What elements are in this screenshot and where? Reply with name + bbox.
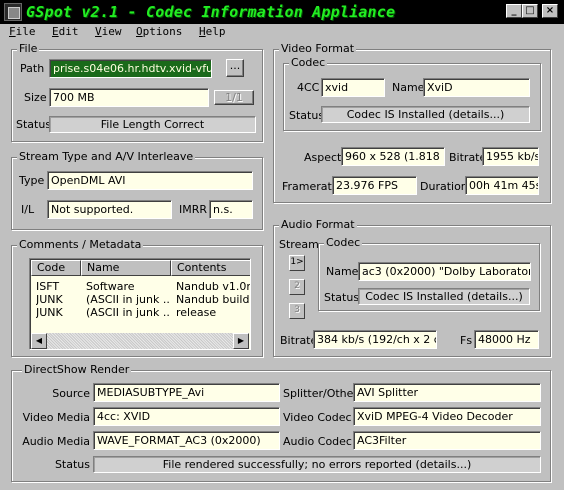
imrr-field[interactable]: n.s. xyxy=(209,200,253,219)
audio-status-value[interactable]: Codec IS Installed (details...) xyxy=(358,288,530,305)
video-status-label: Status xyxy=(289,109,325,122)
column-header-name[interactable]: Name xyxy=(81,260,171,276)
stream-1-button[interactable]: 1> xyxy=(289,255,305,271)
menu-file[interactable]: File xyxy=(9,25,36,38)
aspect-label: Aspect xyxy=(304,151,342,164)
stream-type-legend: Stream Type and A/V Interleave xyxy=(17,150,196,163)
size-label: Size xyxy=(24,91,47,104)
fs-field[interactable]: 48000 Hz xyxy=(474,330,539,349)
row-2-name[interactable]: (ASCII in junk ... xyxy=(86,293,170,306)
minimize-button[interactable]: _ xyxy=(506,4,522,18)
framerate-label: Framerate xyxy=(282,180,339,193)
source-label: Source xyxy=(52,387,90,400)
stream-3-button[interactable]: 3 xyxy=(289,303,305,319)
stream-2-button[interactable]: 2 xyxy=(289,279,305,295)
directshow-legend: DirectShow Render xyxy=(22,363,132,376)
type-field[interactable]: OpenDML AVI xyxy=(47,171,253,190)
row-1-contents[interactable]: Nandub v1.0rc2 xyxy=(176,280,250,293)
menu-bar: File Edit View Options Help xyxy=(0,24,564,42)
audio-bitrate-label: Bitrate xyxy=(280,334,318,347)
row-1-code[interactable]: ISFT xyxy=(36,280,82,293)
scroll-right-icon[interactable]: ▶ xyxy=(233,333,249,349)
render-status-label: Status xyxy=(54,458,90,471)
row-3-contents[interactable]: release xyxy=(176,306,250,319)
menu-edit[interactable]: Edit xyxy=(52,25,79,38)
audio-codec-field[interactable]: AC3Filter xyxy=(353,431,541,450)
app-icon[interactable] xyxy=(4,3,22,21)
gspot-window: GSpot v2.1 - Codec Information Appliance… xyxy=(0,0,564,490)
close-button[interactable]: × xyxy=(542,4,558,18)
audio-codec-legend: Codec xyxy=(324,236,363,249)
row-1-name[interactable]: Software xyxy=(86,280,170,293)
row-2-code[interactable]: JUNK xyxy=(36,293,82,306)
source-field[interactable]: MEDIASUBTYPE_Avi xyxy=(93,383,280,402)
audio-format-legend: Audio Format xyxy=(279,218,357,231)
fourcc-field[interactable]: xvid xyxy=(321,78,385,97)
row-2-contents[interactable]: Nandub build 18 xyxy=(176,293,250,306)
audio-name-label: Name xyxy=(326,265,359,278)
audio-media-field[interactable]: WAVE_FORMAT_AC3 (0x2000) xyxy=(93,431,280,450)
row-3-name[interactable]: (ASCII in junk ... xyxy=(86,306,170,319)
video-format-legend: Video Format xyxy=(279,42,357,55)
fourcc-label: 4CC xyxy=(297,81,320,94)
video-name-field[interactable]: XviD xyxy=(423,78,530,97)
video-bitrate-label: Bitrate xyxy=(449,151,487,164)
video-media-field[interactable]: 4cc: XVID xyxy=(93,407,280,426)
aspect-field[interactable]: 960 x 528 (1.818 : 1 xyxy=(341,147,445,166)
comments-legend: Comments / Metadata xyxy=(17,238,144,251)
column-header-code[interactable]: Code xyxy=(31,260,81,276)
splitter-label: Splitter/Other xyxy=(283,387,358,400)
video-bitrate-field[interactable]: 1955 kb/s xyxy=(482,147,539,166)
maximize-button[interactable]: □ xyxy=(522,4,538,18)
stream-label: Stream xyxy=(279,238,319,251)
video-media-label: Video Media xyxy=(22,411,90,424)
audio-codec-label: Audio Codec xyxy=(283,435,352,448)
file-legend: File xyxy=(17,42,40,55)
render-status-value[interactable]: File rendered successfully; no errors re… xyxy=(93,456,541,473)
imrr-label: IMRR xyxy=(179,203,208,216)
file-status-label: Status xyxy=(16,118,52,131)
audio-media-label: Audio Media xyxy=(22,435,90,448)
column-header-contents[interactable]: Contents xyxy=(171,260,250,276)
title-bar[interactable]: GSpot v2.1 - Codec Information Appliance… xyxy=(0,0,564,24)
menu-options[interactable]: Options xyxy=(136,25,182,38)
splitter-field[interactable]: AVI Splitter xyxy=(353,383,541,402)
audio-name-field[interactable]: ac3 (0x2000) "Dolby Laboratories, xyxy=(358,262,531,281)
il-label: I/L xyxy=(21,203,35,216)
path-field[interactable]: prise.s04e06.hr.hdtv.xvid-vfua.avi xyxy=(49,59,212,78)
video-name-label: Name xyxy=(392,81,425,94)
window-title: GSpot v2.1 - Codec Information Appliance xyxy=(26,3,396,21)
duration-field[interactable]: 00h 41m 45s xyxy=(465,176,539,195)
page-indicator-button[interactable]: 1/1 xyxy=(214,90,254,105)
menu-help[interactable]: Help xyxy=(199,25,226,38)
video-codec-field[interactable]: XviD MPEG-4 Video Decoder xyxy=(353,407,541,426)
horizontal-scrollbar[interactable]: ◀ ▶ xyxy=(31,333,249,349)
size-field[interactable]: 700 MB xyxy=(49,88,209,107)
video-codec-label: Video Codec xyxy=(283,411,352,424)
browse-button[interactable]: ... xyxy=(226,59,244,77)
row-3-code[interactable]: JUNK xyxy=(36,306,82,319)
framerate-field[interactable]: 23.976 FPS xyxy=(332,176,417,195)
file-status-value: File Length Correct xyxy=(49,116,256,133)
video-codec-legend: Codec xyxy=(289,56,328,69)
menu-view[interactable]: View xyxy=(95,25,122,38)
scroll-left-icon[interactable]: ◀ xyxy=(31,333,47,349)
il-field[interactable]: Not supported. xyxy=(47,200,172,219)
audio-status-label: Status xyxy=(324,291,360,304)
path-label: Path xyxy=(20,62,45,75)
fs-label: Fs xyxy=(460,334,473,347)
type-label: Type xyxy=(19,174,45,187)
duration-label: Duration xyxy=(420,180,468,193)
audio-bitrate-field[interactable]: 384 kb/s (192/ch x 2 ch) xyxy=(313,330,437,349)
video-status-value[interactable]: Codec IS Installed (details...) xyxy=(321,106,530,123)
metadata-list[interactable]: Code Name Contents ISFT Software Nandub … xyxy=(29,258,251,350)
stream-type-group: Stream Type and A/V Interleave xyxy=(11,150,263,230)
